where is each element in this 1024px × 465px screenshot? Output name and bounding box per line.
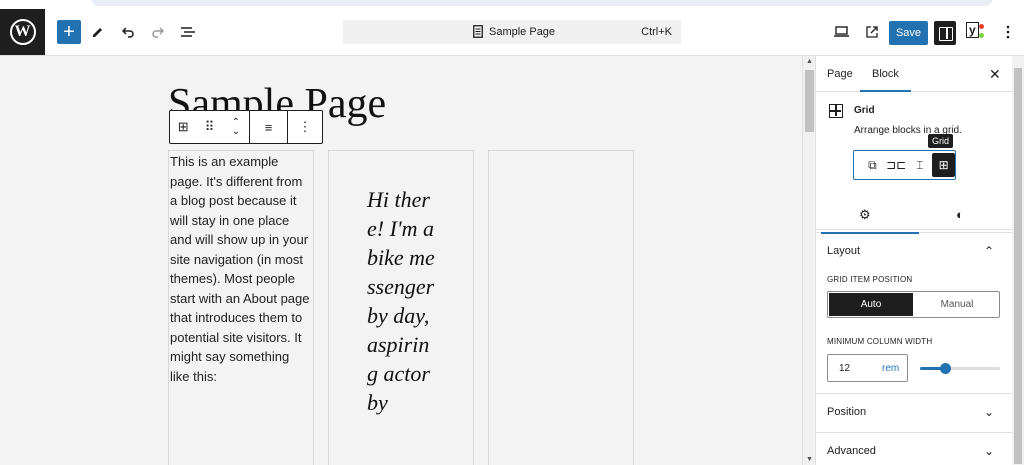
document-icon: [473, 25, 483, 38]
settings-gear-icon[interactable]: ⚙: [822, 207, 918, 234]
command-palette-bar[interactable]: Sample Page Ctrl+K: [343, 20, 681, 44]
block-toolbar-group-more: ⋮: [288, 111, 322, 143]
quote-paragraph[interactable]: Hi there! I'm a bike messenger by day, a…: [367, 185, 437, 417]
document-title: Sample Page: [489, 26, 556, 38]
group-variation-icon[interactable]: ⧉: [861, 153, 884, 177]
options-menu-button[interactable]: [996, 20, 1020, 44]
tooltip: Grid: [928, 134, 954, 148]
sidebar-scroll-thumb[interactable]: [1014, 68, 1022, 464]
save-button[interactable]: Save: [889, 21, 928, 45]
block-card-title: Grid: [854, 105, 875, 116]
list-view-icon: [181, 27, 195, 37]
wordpress-logo-button[interactable]: W: [0, 9, 45, 55]
redo-button[interactable]: [146, 20, 170, 44]
auto-option[interactable]: Auto: [829, 293, 913, 316]
yoast-icon: y: [966, 22, 979, 38]
editor-canvas[interactable]: Sample Page This is an example page. It'…: [0, 56, 802, 465]
advanced-panel-title[interactable]: Advanced: [827, 445, 876, 457]
slider-handle[interactable]: [940, 363, 951, 374]
canvas-scrollbar[interactable]: ▲ ▼: [802, 56, 815, 465]
view-page-button[interactable]: [860, 20, 884, 44]
grid-variation-icon[interactable]: ⊞: [932, 153, 955, 177]
list-view-button[interactable]: [176, 20, 200, 44]
block-toolbar: ⊞ ⠿ ⌃ ⌄ ≡ ⋮: [169, 110, 323, 144]
paragraph-block[interactable]: This is an example page. It's different …: [170, 152, 312, 386]
drag-handle-icon[interactable]: ⠿: [199, 119, 219, 135]
chevron-up-icon[interactable]: ⌃: [984, 244, 994, 258]
canvas-scroll-thumb[interactable]: [805, 70, 814, 132]
wordpress-icon: W: [9, 19, 36, 45]
grid-block-icon[interactable]: ⊞: [173, 119, 193, 135]
minimum-column-width-value[interactable]: 12: [839, 363, 850, 374]
undo-button[interactable]: [116, 20, 140, 44]
editor-header: W + Sample Page Ctrl+K Save y: [0, 0, 1024, 56]
external-link-icon: [866, 26, 878, 38]
minimum-column-width-label: MINIMUM COLUMN WIDTH: [827, 337, 933, 346]
styles-contrast-icon[interactable]: ◐: [956, 207, 964, 222]
position-panel-title[interactable]: Position: [827, 406, 866, 418]
redo-icon: [152, 27, 165, 38]
sidebar-scrollbar[interactable]: [1012, 56, 1024, 465]
move-up-down-icon[interactable]: ⌃ ⌄: [226, 118, 246, 137]
block-variations: ⧉ ⊐⊏ ⌶ ⊞: [853, 150, 956, 180]
block-settings-tabs: ⚙ ◐: [816, 195, 1013, 234]
minimum-column-width-input[interactable]: 12 rem: [827, 354, 908, 382]
close-icon[interactable]: ✕: [989, 66, 1001, 83]
browser-strip: [92, 0, 992, 6]
manual-option[interactable]: Manual: [915, 292, 999, 317]
command-shortcut: Ctrl+K: [641, 26, 672, 38]
pencil-icon: [93, 28, 102, 37]
preview-button[interactable]: [830, 20, 854, 44]
tools-button[interactable]: [86, 20, 110, 44]
settings-sidebar: Page Block ✕ Grid Arrange blocks in a gr…: [815, 56, 1013, 465]
grid-column-3[interactable]: [488, 150, 634, 465]
chevron-down-icon[interactable]: ⌄: [984, 405, 994, 419]
block-toolbar-group-parent: ⊞ ⠿ ⌃ ⌄: [170, 111, 250, 143]
stack-variation-icon[interactable]: ⌶: [909, 153, 932, 177]
vertical-ellipsis-icon: [1006, 25, 1010, 39]
chevron-down-icon[interactable]: ⌄: [984, 444, 994, 458]
sidebar-tabs: Page Block ✕: [816, 56, 1013, 92]
desktop-preview-icon: [834, 26, 849, 37]
grid-icon: [829, 104, 843, 118]
grid-item-position-label: GRID ITEM POSITION: [827, 275, 913, 284]
grid-column-2[interactable]: Hi there! I'm a bike messenger by day, a…: [328, 150, 474, 465]
align-center-icon[interactable]: ≡: [259, 120, 279, 135]
more-options-icon[interactable]: ⋮: [295, 119, 315, 135]
settings-toggle-button[interactable]: [934, 21, 956, 45]
unit-select[interactable]: rem: [882, 363, 899, 374]
tab-block[interactable]: Block: [860, 68, 911, 92]
yoast-seo-button[interactable]: y: [966, 22, 988, 41]
row-variation-icon[interactable]: ⊐⊏: [885, 153, 908, 177]
add-block-button[interactable]: +: [57, 20, 81, 44]
layout-panel-title[interactable]: Layout: [827, 245, 860, 257]
grid-item-position-toggle: Auto Manual: [827, 291, 1000, 318]
grid-column-1[interactable]: This is an example page. It's different …: [168, 150, 314, 465]
tab-page[interactable]: Page: [827, 68, 853, 80]
block-toolbar-group-align: ≡: [250, 111, 288, 143]
advanced-panel: Advanced ⌄: [816, 433, 1013, 465]
undo-icon: [121, 27, 134, 38]
position-panel: Position ⌄: [816, 394, 1013, 433]
